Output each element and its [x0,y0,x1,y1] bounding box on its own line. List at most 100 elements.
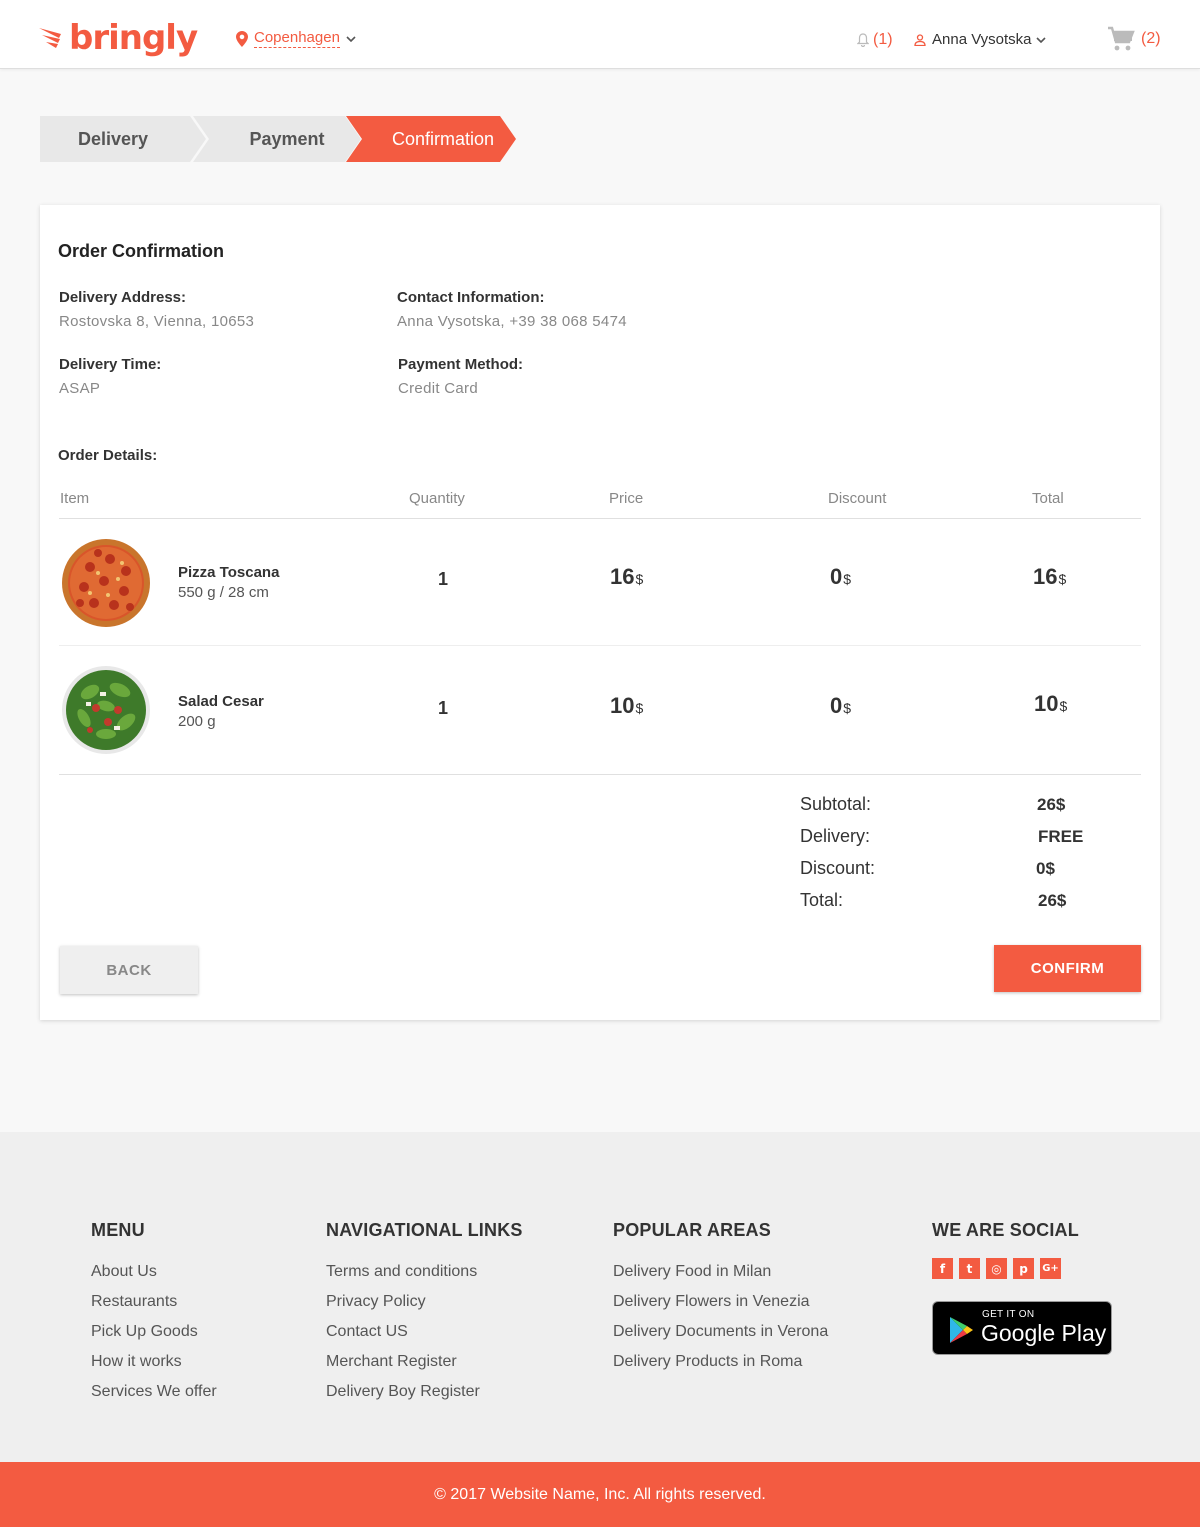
delivery-time-label: Delivery Time: [59,356,162,373]
item-total: 10$ [1034,691,1067,717]
social-icons: f t ◎ p G+ [932,1258,1061,1279]
price-value: 10 [610,693,635,718]
delivery-fee-value: FREE [1038,827,1084,846]
order-confirmation-card: Order Confirmation Delivery Address: Ros… [40,205,1160,1020]
price-value: 16 [610,564,635,589]
footer-link-privacy[interactable]: Privacy Policy [326,1293,426,1311]
user-menu[interactable]: Anna Vysotska [914,31,1046,48]
google-plus-icon[interactable]: G+ [1040,1258,1061,1279]
delivery-address-label: Delivery Address: [59,289,187,306]
table-divider [59,518,1141,519]
cart-button[interactable]: (2) [1107,26,1161,52]
item-quantity: 1 [438,698,449,718]
payment-method-value: Credit Card [398,380,478,397]
delivery-address-value: Rostovska 8, Vienna, 10653 [59,313,255,330]
google-play-icon [950,1317,973,1343]
cart-count: (2) [1141,30,1161,47]
copyright-text: © 2017 Website Name, Inc. All rights res… [434,1485,766,1503]
delivery-fee-label: Delivery: [800,826,871,846]
chevron-down-icon [346,35,356,42]
item-name: Salad Cesar [178,693,264,710]
top-header: bringly Copenhagen (1) Anna Vysotska (2) [0,0,1200,69]
subtotal-label: Subtotal: [800,794,872,814]
item-price: 10$ [610,693,643,719]
discount-value: 0$ [1036,859,1055,878]
footer-link-terms[interactable]: Terms and conditions [326,1263,477,1281]
footer-link-area-milan[interactable]: Delivery Food in Milan [613,1263,771,1281]
currency-symbol: $ [635,571,644,587]
total-value: 26$ [1038,891,1067,910]
footer-link-area-roma[interactable]: Delivery Products in Roma [613,1353,802,1371]
total-value: 10 [1034,691,1059,716]
item-name: Pizza Toscana [178,564,280,581]
step-confirmation[interactable]: Confirmation [346,116,516,162]
currency-symbol: $ [635,700,644,716]
contact-info-value: Anna Vysotska, +39 38 068 5474 [397,313,627,330]
user-name: Anna Vysotska [932,31,1032,48]
wing-logo-icon [39,28,61,48]
footer-link-how-it-works[interactable]: How it works [91,1353,182,1371]
city-selector[interactable]: Copenhagen [236,29,356,48]
location-pin-icon [236,30,248,47]
discount-label: Discount: [800,858,876,878]
footer-link-delivery-boy-register[interactable]: Delivery Boy Register [326,1383,480,1401]
item-description: 200 g [178,713,216,730]
footer-social-title: WE ARE SOCIAL [932,1220,1079,1240]
footer-link-restaurants[interactable]: Restaurants [91,1293,177,1311]
item-quantity: 1 [438,569,449,589]
footer-menu-title: MENU [91,1220,145,1240]
item-discount: 0$ [830,564,851,590]
step-delivery[interactable]: Delivery [40,116,206,162]
cart-icon [1108,26,1135,51]
notifications-button[interactable]: (1) [857,31,893,49]
table-divider [59,645,1141,646]
footer-link-services[interactable]: Services We offer [91,1383,217,1401]
payment-method-label: Payment Method: [398,356,524,373]
column-header-total: Total [1032,490,1064,507]
currency-symbol: $ [843,700,852,716]
checkout-steps: Delivery Payment Confirmation [40,116,520,162]
footer-link-pick-up-goods[interactable]: Pick Up Goods [91,1323,198,1341]
footer-link-contact[interactable]: Contact US [326,1323,408,1341]
footer-link-about-us[interactable]: About Us [91,1263,157,1281]
contact-info-label: Contact Information: [397,289,545,306]
footer-nav-title: NAVIGATIONAL LINKS [326,1220,523,1240]
google-play-label: Google Play [981,1320,1107,1346]
city-name: Copenhagen [254,29,340,48]
back-button[interactable]: BACK [60,946,198,994]
delivery-time-value: ASAP [59,380,101,397]
chevron-down-icon [1035,36,1046,43]
footer-link-area-venezia[interactable]: Delivery Flowers in Venezia [613,1293,810,1311]
pizza-image [62,539,150,627]
facebook-icon[interactable]: f [932,1258,953,1279]
pinterest-icon[interactable]: p [1013,1258,1034,1279]
copyright-bar: © 2017 Website Name, Inc. All rights res… [0,1462,1200,1527]
instagram-icon[interactable]: ◎ [986,1258,1007,1279]
step-payment[interactable]: Payment [193,116,361,162]
bringly-logo[interactable]: bringly [39,18,198,58]
footer-link-area-verona[interactable]: Delivery Documents in Verona [613,1323,828,1341]
logo-text: bringly [69,18,198,58]
item-total: 16$ [1033,564,1066,590]
discount-value: 0 [830,693,843,718]
card-title: Order Confirmation [58,241,225,261]
currency-symbol: $ [843,571,852,587]
table-divider [59,774,1141,775]
order-details-label: Order Details: [58,447,158,464]
user-icon [914,33,926,46]
column-header-quantity: Quantity [409,490,465,507]
total-label: Total: [800,890,844,910]
google-play-badge[interactable]: GET IT ON Google Play [932,1301,1112,1355]
footer-areas-title: POPULAR AREAS [613,1220,771,1240]
item-discount: 0$ [830,693,851,719]
notifications-count: (1) [873,31,893,48]
footer-link-merchant-register[interactable]: Merchant Register [326,1353,457,1371]
currency-symbol: $ [1058,571,1067,587]
item-description: 550 g / 28 cm [178,584,269,601]
total-value: 16 [1033,564,1058,589]
twitter-icon[interactable]: t [959,1258,980,1279]
discount-value: 0 [830,564,843,589]
confirm-button[interactable]: CONFIRM [994,945,1141,992]
currency-symbol: $ [1059,698,1068,714]
column-header-price: Price [609,490,644,507]
